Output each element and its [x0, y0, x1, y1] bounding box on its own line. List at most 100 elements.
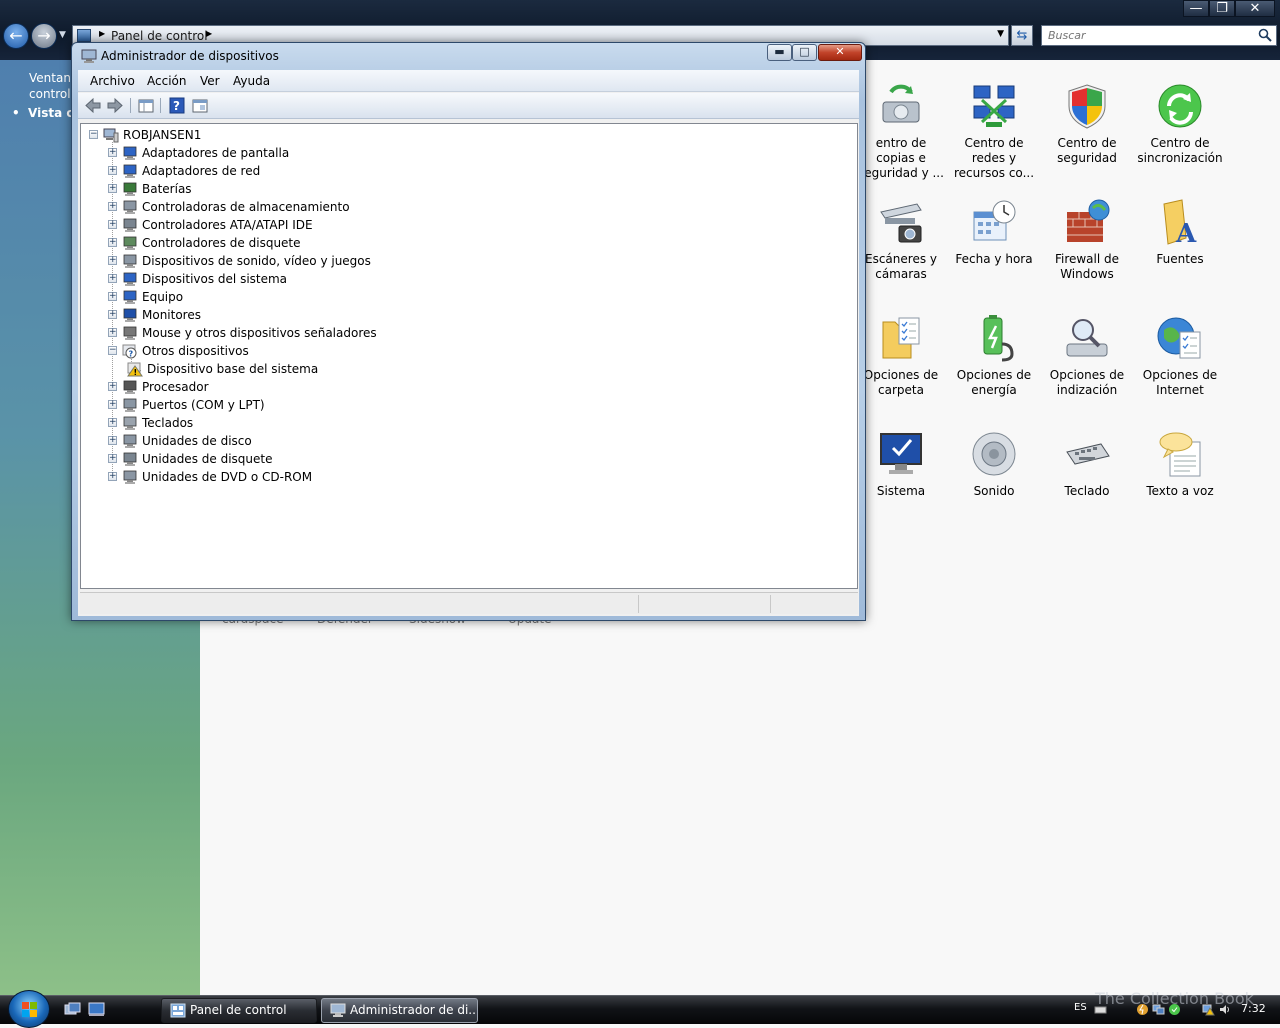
cp-item-date-time[interactable]: Fecha y hora — [948, 198, 1040, 267]
expand-toggle[interactable]: + — [108, 256, 117, 265]
back-button[interactable]: ← — [3, 23, 29, 49]
expand-toggle[interactable]: + — [108, 238, 117, 247]
cp-item-label: Fuentes — [1156, 252, 1204, 266]
breadcrumb[interactable]: Panel de control — [111, 29, 208, 43]
expand-toggle[interactable]: + — [108, 328, 117, 337]
cp-item-label: Fecha y hora — [955, 252, 1033, 266]
cp-item-text-to-speech[interactable]: Texto a voz — [1134, 430, 1226, 499]
sidebar-title-line[interactable]: control — [29, 87, 71, 101]
cp-item-label: Opciones de carpeta — [863, 368, 939, 397]
expand-toggle[interactable]: + — [108, 472, 117, 481]
speaker-icon — [970, 430, 1018, 478]
device-manager-window: Administrador de dispositivos ▬ □ ✕ Arch… — [71, 42, 866, 621]
cp-item-sync-center[interactable]: Centro de sincronización — [1134, 82, 1226, 166]
expand-toggle[interactable]: + — [108, 202, 117, 211]
taskbar-button-control-panel[interactable]: Panel de control — [161, 998, 317, 1023]
cp-item-network-center[interactable]: Centro de redes y recursos co... — [948, 82, 1040, 181]
cp-item-internet-options[interactable]: Opciones de Internet — [1134, 314, 1226, 398]
chevron-down-icon[interactable]: ▼ — [997, 29, 1004, 39]
expand-toggle[interactable]: + — [108, 418, 117, 427]
taskbar-button-label: Panel de control — [190, 1003, 287, 1017]
help-icon[interactable]: ? — [168, 97, 186, 114]
cp-item-security-center[interactable]: Centro de seguridad — [1041, 82, 1133, 166]
cp-item-folder-options[interactable]: Opciones de carpeta — [855, 314, 947, 398]
taskbar-button-device-manager[interactable]: Administrador de di... — [321, 998, 478, 1023]
sound-device-icon — [123, 254, 137, 268]
tree-node-label: Unidades de disquete — [142, 452, 273, 466]
tree-node-label: Adaptadores de red — [142, 164, 261, 178]
menu-archivo[interactable]: Archivo — [90, 74, 135, 88]
power-icon — [970, 314, 1018, 362]
close-button[interactable]: ✕ — [1235, 0, 1275, 17]
sidebar-item-classic-view[interactable]: • Vista cl — [12, 106, 72, 120]
cp-item-scanners[interactable]: Escáneres y cámaras — [855, 198, 947, 282]
menu-ayuda[interactable]: Ayuda — [233, 74, 270, 88]
cp-item-label: Opciones de indización — [1049, 368, 1125, 397]
status-bar — [80, 592, 858, 614]
forward-arrow-icon[interactable] — [106, 97, 124, 114]
minimize-button[interactable]: — — [1183, 0, 1209, 17]
close-button[interactable]: ✕ — [818, 44, 862, 61]
tree-node-label: Dispositivos de sonido, vídeo y juegos — [142, 254, 371, 268]
cp-item-label: entro de copias e seguridad y ... — [858, 136, 944, 180]
search-input[interactable] — [1046, 27, 1246, 44]
toolbar: ? — [78, 93, 859, 119]
expand-toggle[interactable]: + — [108, 400, 117, 409]
expand-toggle[interactable]: + — [108, 220, 117, 229]
cp-item-firewall[interactable]: Firewall de Windows — [1041, 198, 1133, 282]
language-indicator[interactable]: ES — [1074, 1002, 1087, 1013]
tree-node-label: Monitores — [142, 308, 201, 322]
expand-toggle[interactable]: + — [108, 454, 117, 463]
cp-item-fonts[interactable]: A Fuentes — [1134, 198, 1226, 267]
breadcrumb-arrow-icon[interactable]: ▶ — [206, 29, 212, 38]
tree-node-label: Mouse y otros dispositivos señaladores — [142, 326, 377, 340]
view-icon[interactable] — [191, 97, 209, 114]
security-shield-icon — [1063, 82, 1111, 130]
maximize-button[interactable]: □ — [792, 44, 817, 61]
expand-toggle[interactable]: + — [108, 166, 117, 175]
expand-toggle[interactable]: + — [108, 274, 117, 283]
minimize-button[interactable]: ▬ — [767, 44, 792, 61]
indexing-icon — [1063, 314, 1111, 362]
forward-button[interactable]: → — [31, 23, 57, 49]
cp-item-keyboard[interactable]: Teclado — [1041, 430, 1133, 499]
expand-toggle[interactable]: + — [108, 436, 117, 445]
expand-toggle[interactable]: + — [108, 292, 117, 301]
search-box[interactable] — [1041, 25, 1277, 46]
cp-item-label: Texto a voz — [1146, 484, 1214, 498]
show-desktop-icon[interactable] — [88, 1002, 105, 1017]
back-arrow-icon[interactable] — [84, 97, 102, 114]
cp-item-system[interactable]: Sistema — [855, 430, 947, 499]
cp-item-label: Centro de seguridad — [1057, 136, 1117, 165]
maximize-button[interactable]: ❐ — [1209, 0, 1235, 17]
refresh-button[interactable]: ⇆ — [1011, 25, 1033, 46]
device-manager-icon — [330, 1003, 346, 1017]
menu-ver[interactable]: Ver — [200, 74, 220, 88]
tree-node-label: Equipo — [142, 290, 184, 304]
collapse-toggle[interactable]: − — [108, 346, 117, 355]
start-button[interactable] — [8, 990, 50, 1028]
device-tree[interactable]: − ROBJANSEN1 + Adaptadores de pantalla + Ad… — [80, 123, 858, 589]
cp-item-sound[interactable]: Sonido — [948, 430, 1040, 499]
cp-item-power[interactable]: Opciones de energía — [948, 314, 1040, 398]
watermark: The Collection Book — [1095, 989, 1254, 1008]
expand-toggle[interactable]: + — [108, 184, 117, 193]
calendar-clock-icon — [970, 198, 1018, 246]
cp-item-indexing[interactable]: Opciones de indización — [1041, 314, 1133, 398]
breadcrumb-arrow-icon[interactable]: ▶ — [99, 29, 105, 38]
expand-toggle[interactable]: + — [108, 310, 117, 319]
warning-device-icon: ! — [127, 362, 143, 377]
expand-toggle[interactable]: + — [108, 382, 117, 391]
expand-toggle[interactable]: + — [108, 148, 117, 157]
windows-logo-icon — [22, 1002, 37, 1017]
recent-pages-dropdown[interactable]: ▼ — [59, 30, 66, 40]
properties-icon[interactable] — [137, 97, 155, 114]
svg-text:?: ? — [173, 99, 180, 113]
title-bar[interactable]: Administrador de dispositivos ▬ □ ✕ — [72, 43, 865, 69]
collapse-toggle[interactable]: − — [89, 130, 98, 139]
switch-windows-icon[interactable] — [64, 1002, 81, 1017]
tree-node-label: Otros dispositivos — [142, 344, 249, 358]
menu-accion[interactable]: Acción — [147, 74, 186, 88]
search-icon[interactable] — [1258, 28, 1272, 42]
cp-item-backup[interactable]: entro de copias e seguridad y ... — [855, 82, 947, 181]
